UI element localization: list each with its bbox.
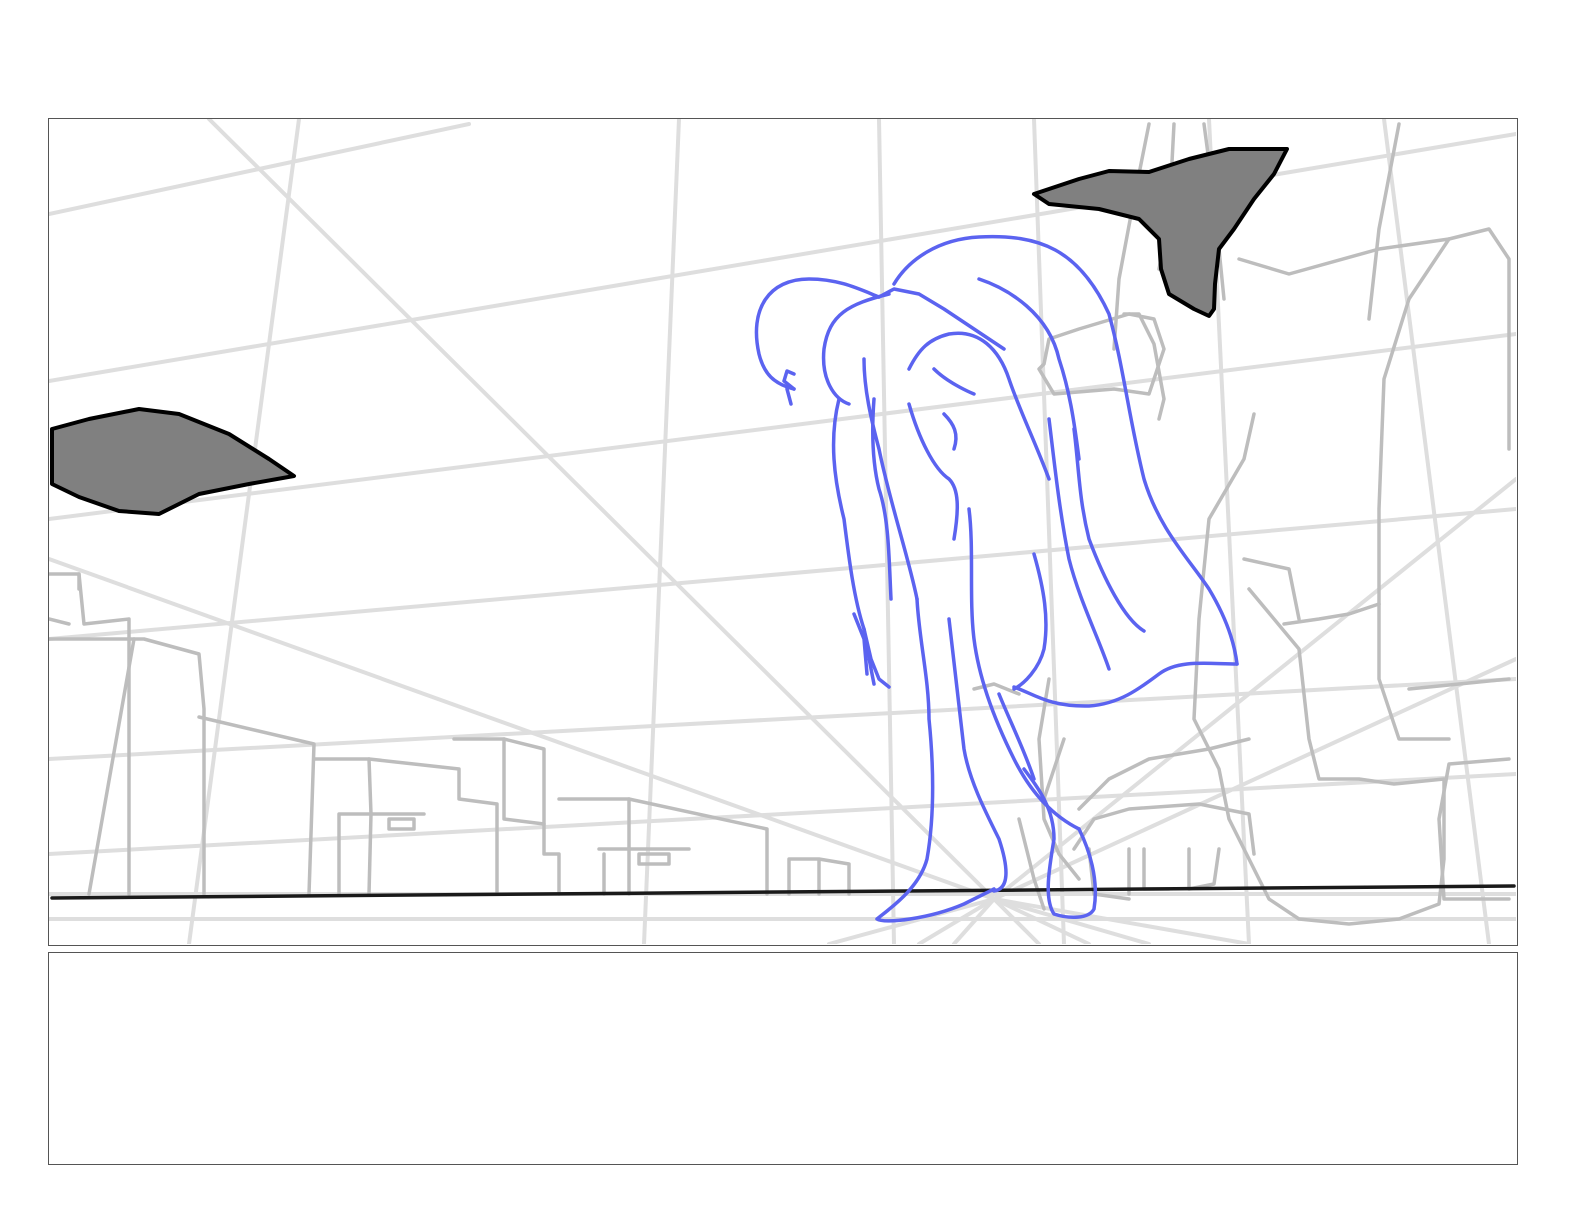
perspective-grid	[49, 119, 1516, 944]
storyboard-notes-panel[interactable]	[48, 952, 1518, 1165]
right-shadow-shape	[1032, 147, 1289, 318]
background-city-sketch	[49, 122, 1511, 926]
storyboard-page	[0, 0, 1584, 1224]
storyboard-image-panel	[48, 118, 1518, 946]
panel-sketch-canvas	[49, 119, 1516, 944]
